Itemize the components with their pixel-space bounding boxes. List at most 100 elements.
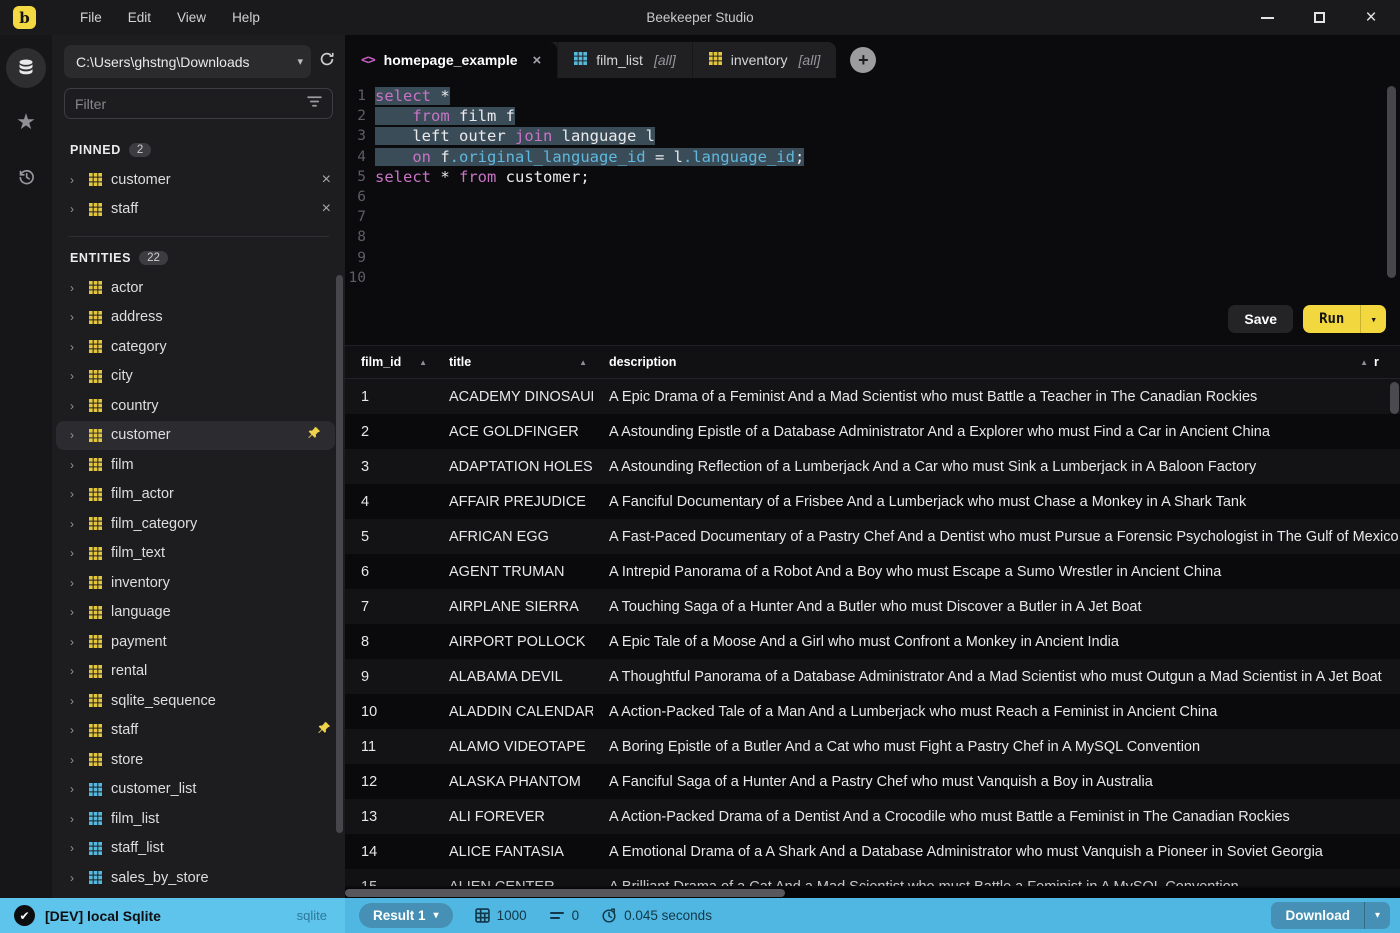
- cell-film-id[interactable]: 15: [345, 879, 433, 887]
- chevron-right-icon[interactable]: ›: [70, 173, 80, 187]
- save-button[interactable]: Save: [1228, 305, 1294, 333]
- entity-item-payment[interactable]: › payment: [52, 627, 345, 657]
- editor-scrollbar[interactable]: [1387, 86, 1396, 278]
- chevron-right-icon[interactable]: ›: [70, 753, 80, 767]
- code-line-4[interactable]: 4 on f.original_language_id = l.language…: [345, 147, 1400, 167]
- cell-description[interactable]: A Emotional Drama of a A Shark And a Dat…: [593, 844, 1400, 860]
- filter-icon[interactable]: [307, 95, 322, 113]
- chevron-right-icon[interactable]: ›: [70, 340, 80, 354]
- code-line-8[interactable]: 8: [345, 227, 1400, 247]
- table-row[interactable]: 7 AIRPLANE SIERRA A Touching Saga of a Hun…: [345, 589, 1400, 624]
- cell-description[interactable]: A Action-Packed Tale of a Man And a Lumb…: [593, 704, 1400, 720]
- chevron-right-icon[interactable]: ›: [70, 576, 80, 590]
- download-button-label[interactable]: Download: [1271, 902, 1364, 929]
- entity-item-language[interactable]: › language: [52, 598, 345, 628]
- cell-title[interactable]: AGENT TRUMAN: [433, 564, 593, 580]
- cell-title[interactable]: ALABAMA DEVIL: [433, 669, 593, 685]
- cell-film-id[interactable]: 5: [345, 529, 433, 545]
- entity-item-sqlite_sequence[interactable]: › sqlite_sequence: [52, 686, 345, 716]
- table-row[interactable]: 5 AFRICAN EGG A Fast-Paced Documentary of …: [345, 519, 1400, 554]
- cell-description[interactable]: A Thoughtful Panorama of a Database Admi…: [593, 669, 1400, 685]
- cell-description[interactable]: A Astounding Epistle of a Database Admin…: [593, 424, 1400, 440]
- cell-film-id[interactable]: 11: [345, 739, 433, 755]
- cell-title[interactable]: AIRPORT POLLOCK: [433, 634, 593, 650]
- entity-item-inventory[interactable]: › inventory: [52, 568, 345, 598]
- entity-item-store[interactable]: › store: [52, 745, 345, 775]
- cell-film-id[interactable]: 4: [345, 494, 433, 510]
- cell-description[interactable]: A Action-Packed Drama of a Dentist And a…: [593, 809, 1400, 825]
- sort-icon[interactable]: ▲: [579, 358, 587, 367]
- column-header-title[interactable]: title: [449, 355, 471, 369]
- entity-filter-input[interactable]: Filter: [64, 88, 333, 119]
- chevron-right-icon[interactable]: ›: [70, 664, 80, 678]
- cell-title[interactable]: ALI FOREVER: [433, 809, 593, 825]
- tab-close-icon[interactable]: ×: [533, 52, 542, 69]
- table-row[interactable]: 14 ALICE FANTASIA A Emotional Drama of a A…: [345, 834, 1400, 869]
- unpin-icon[interactable]: ×: [322, 171, 331, 189]
- entity-item-customer[interactable]: › customer: [56, 420, 335, 450]
- chevron-right-icon[interactable]: ›: [70, 428, 80, 442]
- chevron-right-icon[interactable]: ›: [70, 782, 80, 796]
- results-horizontal-scrollbar-track[interactable]: [345, 888, 1400, 898]
- code-line-2[interactable]: 2 from film f: [345, 106, 1400, 126]
- cell-film-id[interactable]: 13: [345, 809, 433, 825]
- cell-title[interactable]: ALADDIN CALENDAR: [433, 704, 593, 720]
- close-icon[interactable]: ×: [1358, 5, 1384, 31]
- cell-description[interactable]: A Epic Drama of a Feminist And a Mad Sci…: [593, 389, 1400, 405]
- sort-icon[interactable]: ▲: [419, 358, 427, 367]
- chevron-right-icon[interactable]: ›: [70, 694, 80, 708]
- cell-title[interactable]: ALAMO VIDEOTAPE: [433, 739, 593, 755]
- results-vertical-scrollbar[interactable]: [1390, 382, 1399, 414]
- entity-item-address[interactable]: › address: [52, 303, 345, 333]
- cell-title[interactable]: AFRICAN EGG: [433, 529, 593, 545]
- run-button[interactable]: Run ▾: [1303, 305, 1386, 333]
- run-options-caret-icon[interactable]: ▾: [1360, 305, 1386, 333]
- chevron-right-icon[interactable]: ›: [70, 487, 80, 501]
- cell-title[interactable]: ALIEN CENTER: [433, 879, 593, 887]
- cell-description[interactable]: A Fanciful Saga of a Hunter And a Pastry…: [593, 774, 1400, 790]
- pin-icon[interactable]: [307, 426, 321, 444]
- cell-film-id[interactable]: 8: [345, 634, 433, 650]
- table-row[interactable]: 8 AIRPORT POLLOCK A Epic Tale of a Moose A…: [345, 624, 1400, 659]
- column-header-partial[interactable]: r: [1374, 355, 1379, 369]
- cell-title[interactable]: AIRPLANE SIERRA: [433, 599, 593, 615]
- unpin-icon[interactable]: ×: [322, 200, 331, 218]
- table-row[interactable]: 15ALIEN CENTERA Brilliant Drama of a Cat…: [345, 869, 1400, 886]
- maximize-icon[interactable]: [1306, 5, 1332, 31]
- chevron-right-icon[interactable]: ›: [70, 723, 80, 737]
- menu-edit[interactable]: Edit: [128, 10, 151, 25]
- entity-item-film_category[interactable]: › film_category: [52, 509, 345, 539]
- cell-title[interactable]: ACE GOLDFINGER: [433, 424, 593, 440]
- code-line-5[interactable]: 5 select * from customer;: [345, 167, 1400, 187]
- tab-inventory[interactable]: inventory [all]: [691, 42, 837, 78]
- chevron-right-icon[interactable]: ›: [70, 812, 80, 826]
- tab-film-list[interactable]: film_list [all]: [557, 42, 691, 78]
- cell-description[interactable]: A Epic Tale of a Moose And a Girl who mu…: [593, 634, 1400, 650]
- download-options-caret-icon[interactable]: ▾: [1363, 902, 1390, 929]
- table-row[interactable]: 13 ALI FOREVER A Action-Packed Drama of a …: [345, 799, 1400, 834]
- cell-description[interactable]: A Fast-Paced Documentary of a Pastry Che…: [593, 529, 1400, 545]
- table-row[interactable]: 6 AGENT TRUMAN A Intrepid Panorama of a Ro…: [345, 554, 1400, 589]
- cell-description[interactable]: A Touching Saga of a Hunter And a Butler…: [593, 599, 1400, 615]
- cell-title[interactable]: ALASKA PHANTOM: [433, 774, 593, 790]
- cell-film-id[interactable]: 9: [345, 669, 433, 685]
- cell-film-id[interactable]: 2: [345, 424, 433, 440]
- pin-icon[interactable]: [317, 721, 331, 739]
- chevron-right-icon[interactable]: ›: [70, 605, 80, 619]
- entity-item-staff[interactable]: › staff: [52, 716, 345, 746]
- cell-description[interactable]: A Intrepid Panorama of a Robot And a Boy…: [593, 564, 1400, 580]
- table-row[interactable]: 3 ADAPTATION HOLES A Astounding Reflection…: [345, 449, 1400, 484]
- code-line-3[interactable]: 3 left outer join language l: [345, 126, 1400, 146]
- new-tab-button[interactable]: +: [850, 47, 877, 73]
- tab-homepage-example[interactable]: <> homepage_example ×: [345, 42, 558, 78]
- entity-item-country[interactable]: › country: [52, 391, 345, 421]
- pinned-item-customer[interactable]: › customer ×: [52, 165, 345, 195]
- chevron-right-icon[interactable]: ›: [70, 546, 80, 560]
- run-button-label[interactable]: Run: [1303, 305, 1360, 333]
- refresh-icon[interactable]: [319, 51, 335, 72]
- table-row[interactable]: 4 AFFAIR PREJUDICE A Fanciful Documentary …: [345, 484, 1400, 519]
- sql-editor[interactable]: 1 select * 2 from film f3 left outer join …: [345, 78, 1400, 345]
- entity-item-rental[interactable]: › rental: [52, 657, 345, 687]
- cell-title[interactable]: AFFAIR PREJUDICE: [433, 494, 593, 510]
- result-selector-button[interactable]: Result 1 ▾: [359, 903, 453, 928]
